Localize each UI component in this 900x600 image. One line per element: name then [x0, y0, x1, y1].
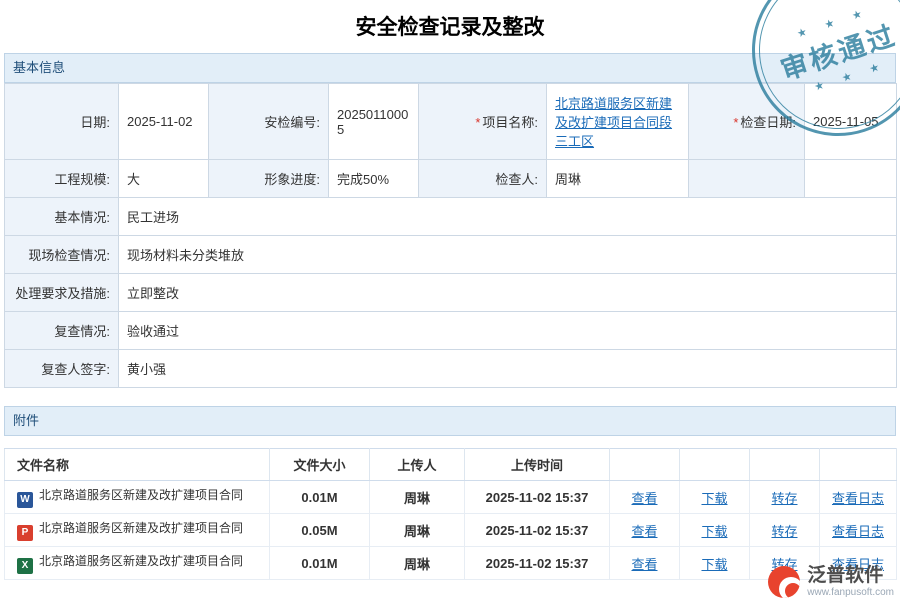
attachment-upload-time: 2025-11-02 15:37 — [465, 547, 610, 580]
vendor-watermark: 泛普软件 www.fanpusoft.com — [768, 566, 894, 598]
inspector-label: 检查人: — [419, 160, 547, 198]
measures-value: 立即整改 — [119, 274, 897, 312]
inspector-value: 周琳 — [547, 160, 689, 198]
vendor-url: www.fanpusoft.com — [807, 587, 894, 598]
attachment-row: P北京路道服务区新建及改扩建项目合同 0.05M 周琳 2025-11-02 1… — [5, 514, 897, 547]
col-header-uploader: 上传人 — [370, 449, 465, 481]
basic-info-row-1: 日期: 2025-11-02 安检编号: 20250110005 *项目名称: … — [5, 84, 897, 160]
project-name-value: 北京路道服务区新建及改扩建项目合同段三工区 — [547, 84, 689, 160]
basic-info-row-5: 处理要求及措施: 立即整改 — [5, 274, 897, 312]
save-as-link[interactable]: 转存 — [771, 524, 797, 539]
download-link[interactable]: 下载 — [701, 557, 727, 572]
pdf-file-icon: P — [17, 525, 33, 541]
recheck-label: 复查情况: — [5, 312, 119, 350]
recheck-value: 验收通过 — [119, 312, 897, 350]
attachment-file-name: P北京路道服务区新建及改扩建项目合同 — [5, 514, 270, 547]
site-check-label: 现场检查情况: — [5, 236, 119, 274]
attachments-header-row: 文件名称 文件大小 上传人 上传时间 — [5, 449, 897, 481]
attachment-actions-view: 查看 — [610, 547, 680, 580]
view-link[interactable]: 查看 — [631, 524, 657, 539]
basic-info-row-7: 复查人签字: 黄小强 — [5, 350, 897, 388]
page-title: 安全检查记录及整改 — [0, 0, 900, 53]
attachment-uploader: 周琳 — [370, 547, 465, 580]
check-date-label: *检查日期: — [689, 84, 805, 160]
attachment-actions-view: 查看 — [610, 514, 680, 547]
view-log-link[interactable]: 查看日志 — [832, 491, 884, 506]
required-marker: * — [475, 115, 480, 130]
basic-info-row-3: 基本情况: 民工进场 — [5, 198, 897, 236]
project-name-link[interactable]: 北京路道服务区新建及改扩建项目合同段三工区 — [555, 96, 672, 149]
inspection-no-label: 安检编号: — [209, 84, 329, 160]
attachment-actions-log: 查看日志 — [820, 481, 897, 514]
attachment-file-size: 0.01M — [270, 481, 370, 514]
attachments-section-title: 附件 — [13, 413, 39, 428]
inspection-no-value: 20250110005 — [329, 84, 419, 160]
vendor-brand-name: 泛普软件 — [807, 566, 883, 587]
required-marker: * — [733, 115, 738, 130]
attachments-table: 文件名称 文件大小 上传人 上传时间 W北京路道服务区新建及改扩建项目合同 0.… — [4, 448, 897, 580]
basic-info-section-title: 基本信息 — [13, 60, 65, 75]
check-date-value: 2025-11-05 — [805, 84, 897, 160]
attachment-file-size: 0.01M — [270, 547, 370, 580]
attachment-file-size: 0.05M — [270, 514, 370, 547]
attachment-actions-download: 下载 — [680, 481, 750, 514]
attachment-upload-time: 2025-11-02 15:37 — [465, 514, 610, 547]
fanpu-logo-icon — [768, 566, 800, 598]
basic-situation-value: 民工进场 — [119, 198, 897, 236]
col-header-action-3 — [750, 449, 820, 481]
signature-label: 复查人签字: — [5, 350, 119, 388]
attachment-file-name: X北京路道服务区新建及改扩建项目合同 — [5, 547, 270, 580]
col-header-file-size: 文件大小 — [270, 449, 370, 481]
word-file-icon: W — [17, 492, 33, 508]
attachment-actions-save: 转存 — [750, 514, 820, 547]
attachment-actions-log: 查看日志 — [820, 514, 897, 547]
basic-info-row-6: 复查情况: 验收通过 — [5, 312, 897, 350]
progress-label: 形象进度: — [209, 160, 329, 198]
basic-info-section-header: 基本信息 — [4, 53, 896, 83]
col-header-action-1 — [610, 449, 680, 481]
download-link[interactable]: 下载 — [701, 491, 727, 506]
attachment-upload-time: 2025-11-02 15:37 — [465, 481, 610, 514]
attachment-actions-view: 查看 — [610, 481, 680, 514]
view-link[interactable]: 查看 — [631, 557, 657, 572]
attachment-actions-save: 转存 — [750, 481, 820, 514]
attachment-uploader: 周琳 — [370, 514, 465, 547]
attachment-file-name: W北京路道服务区新建及改扩建项目合同 — [5, 481, 270, 514]
excel-file-icon: X — [17, 558, 33, 574]
scale-label: 工程规模: — [5, 160, 119, 198]
project-name-label: *项目名称: — [419, 84, 547, 160]
date-value: 2025-11-02 — [119, 84, 209, 160]
empty-value-cell — [805, 160, 897, 198]
attachment-actions-download: 下载 — [680, 514, 750, 547]
basic-info-row-4: 现场检查情况: 现场材料未分类堆放 — [5, 236, 897, 274]
attachment-row: W北京路道服务区新建及改扩建项目合同 0.01M 周琳 2025-11-02 1… — [5, 481, 897, 514]
col-header-action-4 — [820, 449, 897, 481]
site-check-value: 现场材料未分类堆放 — [119, 236, 897, 274]
basic-info-row-2: 工程规模: 大 形象进度: 完成50% 检查人: 周琳 — [5, 160, 897, 198]
view-log-link[interactable]: 查看日志 — [832, 524, 884, 539]
safety-inspection-page: 安全检查记录及整改 ★ ★ ★ 审核通过 ★ ★ ★ 基本信息 日期: 2025… — [0, 0, 900, 600]
progress-value: 完成50% — [329, 160, 419, 198]
date-label: 日期: — [5, 84, 119, 160]
attachment-actions-download: 下载 — [680, 547, 750, 580]
measures-label: 处理要求及措施: — [5, 274, 119, 312]
col-header-upload-time: 上传时间 — [465, 449, 610, 481]
basic-situation-label: 基本情况: — [5, 198, 119, 236]
attachment-row: X北京路道服务区新建及改扩建项目合同 0.01M 周琳 2025-11-02 1… — [5, 547, 897, 580]
attachment-uploader: 周琳 — [370, 481, 465, 514]
view-link[interactable]: 查看 — [631, 491, 657, 506]
signature-value: 黄小强 — [119, 350, 897, 388]
scale-value: 大 — [119, 160, 209, 198]
attachments-section-header: 附件 — [4, 406, 896, 436]
basic-info-table: 日期: 2025-11-02 安检编号: 20250110005 *项目名称: … — [4, 83, 897, 388]
save-as-link[interactable]: 转存 — [771, 491, 797, 506]
col-header-action-2 — [680, 449, 750, 481]
download-link[interactable]: 下载 — [701, 524, 727, 539]
col-header-file-name: 文件名称 — [5, 449, 270, 481]
empty-label-cell — [689, 160, 805, 198]
